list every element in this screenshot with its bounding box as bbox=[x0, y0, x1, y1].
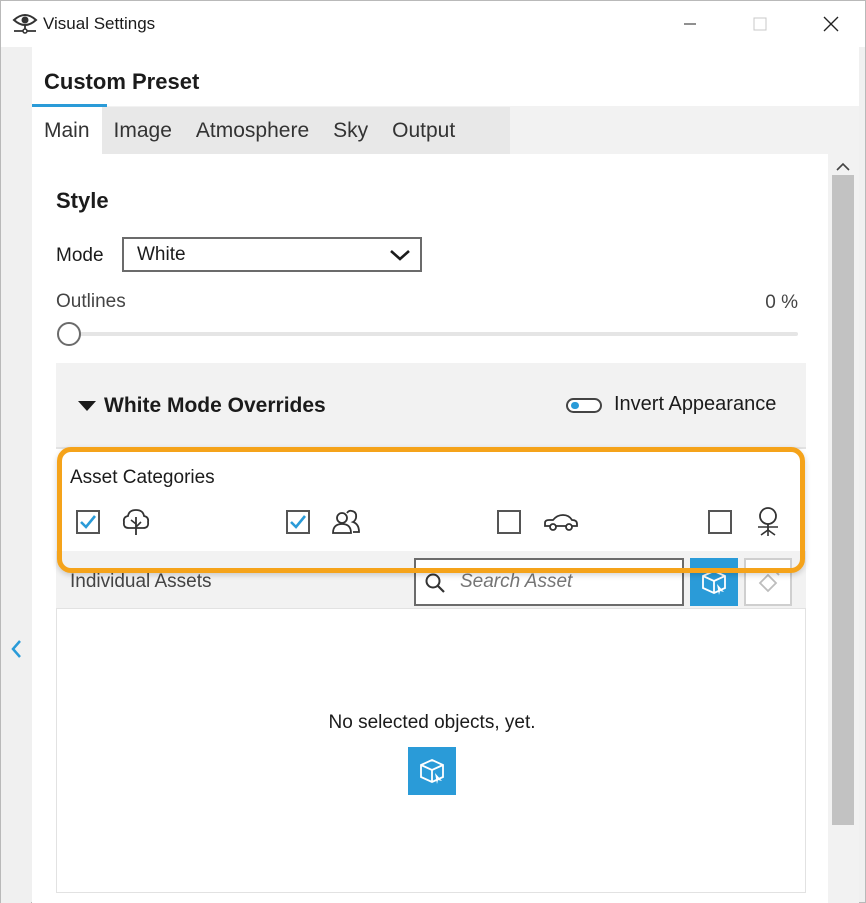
scroll-thumb[interactable] bbox=[832, 175, 854, 825]
vehicles-checkbox[interactable] bbox=[497, 510, 521, 534]
overrides-header[interactable]: White Mode Overrides Invert Appearance bbox=[56, 363, 806, 447]
checkmark-icon bbox=[80, 515, 97, 529]
tab-sky[interactable]: Sky bbox=[321, 107, 380, 154]
outlines-slider-track[interactable] bbox=[68, 332, 798, 336]
tab-output[interactable]: Output bbox=[380, 107, 467, 154]
tab-atmosphere[interactable]: Atmosphere bbox=[184, 107, 321, 154]
tab-image[interactable]: Image bbox=[102, 107, 184, 154]
vertical-scrollbar[interactable] bbox=[828, 154, 859, 903]
close-button[interactable] bbox=[798, 1, 864, 47]
invert-appearance-toggle[interactable] bbox=[566, 398, 602, 413]
main-tab-content: Style Mode White Outlines 0 % White Mode… bbox=[32, 154, 828, 903]
outlines-slider-thumb[interactable] bbox=[57, 322, 81, 346]
close-icon bbox=[823, 16, 839, 32]
mode-value: White bbox=[137, 243, 186, 265]
eye-icon bbox=[12, 14, 38, 34]
selected-objects-list: No selected objects, yet. bbox=[56, 608, 806, 893]
tree-icon bbox=[120, 507, 152, 537]
cube-select-icon bbox=[702, 570, 726, 595]
white-mode-overrides-section: White Mode Overrides Invert Appearance A… bbox=[56, 363, 806, 893]
clear-selection-button[interactable] bbox=[744, 558, 792, 606]
individual-assets-label: Individual Assets bbox=[70, 571, 212, 592]
left-strip bbox=[1, 47, 31, 903]
vegetation-checkbox[interactable] bbox=[76, 510, 100, 534]
maximize-button[interactable] bbox=[727, 1, 793, 47]
visual-settings-window: Visual Settings Custom Preset Main Image… bbox=[0, 0, 866, 903]
add-objects-button[interactable] bbox=[408, 747, 456, 795]
preset-header: Custom Preset bbox=[32, 47, 859, 107]
search-asset-input[interactable] bbox=[460, 570, 670, 594]
mode-dropdown[interactable]: White bbox=[122, 237, 422, 272]
search-asset-box[interactable] bbox=[414, 558, 684, 606]
checkmark-icon bbox=[290, 515, 307, 529]
category-people bbox=[286, 507, 362, 537]
pick-object-button[interactable] bbox=[690, 558, 738, 606]
people-checkbox[interactable] bbox=[286, 510, 310, 534]
preset-title: Custom Preset bbox=[44, 69, 200, 94]
office-chair-icon bbox=[752, 507, 784, 537]
minimize-icon bbox=[684, 23, 696, 25]
category-furniture bbox=[708, 507, 784, 537]
scroll-up-icon[interactable] bbox=[832, 160, 854, 174]
asset-categories-label: Asset Categories bbox=[70, 467, 215, 488]
people-icon bbox=[330, 507, 362, 537]
asset-categories: Asset Categories bbox=[56, 449, 806, 551]
style-heading: Style bbox=[56, 188, 109, 213]
cube-select-icon bbox=[420, 759, 444, 784]
furniture-checkbox[interactable] bbox=[708, 510, 732, 534]
category-vehicles bbox=[497, 507, 581, 537]
tab-bar: Main Image Atmosphere Sky Output bbox=[32, 107, 510, 154]
mode-label: Mode bbox=[56, 245, 104, 266]
maximize-icon bbox=[753, 17, 767, 31]
chevron-down-icon bbox=[390, 250, 410, 261]
title-bar: Visual Settings bbox=[1, 1, 865, 47]
overrides-title: White Mode Overrides bbox=[104, 394, 326, 417]
minimize-button[interactable] bbox=[657, 1, 723, 47]
toggle-knob bbox=[571, 402, 579, 409]
tab-main[interactable]: Main bbox=[32, 107, 102, 154]
invert-appearance-label: Invert Appearance bbox=[614, 393, 777, 415]
window-title: Visual Settings bbox=[43, 14, 156, 33]
caret-down-icon bbox=[78, 401, 96, 411]
search-icon bbox=[425, 573, 445, 593]
outlines-value: 0 % bbox=[765, 292, 798, 313]
settings-panel: Custom Preset Main Image Atmosphere Sky … bbox=[32, 47, 859, 903]
car-icon bbox=[541, 507, 581, 537]
empty-state-text: No selected objects, yet. bbox=[328, 712, 536, 733]
eraser-icon bbox=[758, 570, 780, 593]
category-vegetation bbox=[76, 507, 152, 537]
individual-assets-row: Individual Assets bbox=[56, 551, 806, 606]
outlines-label: Outlines bbox=[56, 291, 126, 312]
chevron-left-icon[interactable] bbox=[7, 637, 25, 661]
